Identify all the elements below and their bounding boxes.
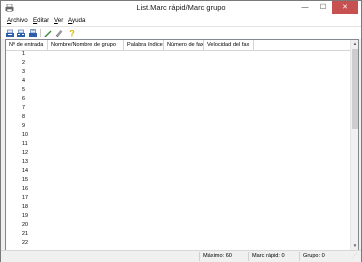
entry-number: 6: [22, 96, 25, 102]
table-row[interactable]: 22: [6, 239, 350, 248]
entry-number: 22: [22, 240, 28, 246]
entry-number: 12: [22, 150, 28, 156]
close-button[interactable]: ✕: [332, 1, 358, 14]
menu-editar[interactable]: Editar: [33, 16, 49, 25]
table-row[interactable]: 4: [6, 77, 350, 86]
table-row[interactable]: 2: [6, 59, 350, 68]
entry-number: 19: [22, 213, 28, 219]
table-row[interactable]: 18: [6, 203, 350, 212]
svg-text:?: ?: [69, 29, 75, 39]
table-row[interactable]: 17: [6, 194, 350, 203]
entry-number: 17: [22, 195, 28, 201]
entry-number: 13: [22, 159, 28, 165]
speed-dial-list[interactable]: Nº de entrada Nombre/Nombre de grupo Pal…: [5, 39, 359, 251]
vertical-scrollbar[interactable]: ▲ ▼: [350, 40, 358, 250]
phone-add-icon[interactable]: [5, 28, 15, 38]
table-row[interactable]: 3: [6, 68, 350, 77]
toolbar: ?: [1, 27, 361, 39]
column-header-entry[interactable]: Nº de entrada: [6, 40, 48, 50]
scroll-up-arrow-icon[interactable]: ▲: [351, 40, 358, 48]
column-header-fax-number[interactable]: Número de fax: [164, 40, 204, 50]
entry-number: 4: [22, 78, 25, 84]
address-book-icon[interactable]: [28, 28, 38, 38]
table-row[interactable]: 11: [6, 140, 350, 149]
table-row[interactable]: 19: [6, 212, 350, 221]
column-header-index-word[interactable]: Palabra índice: [124, 40, 164, 50]
entry-number: 1: [22, 51, 25, 57]
entry-number: 14: [22, 168, 28, 174]
table-row[interactable]: 21: [6, 230, 350, 239]
toolbar-separator: [40, 29, 41, 37]
scroll-down-arrow-icon[interactable]: ▼: [351, 242, 358, 250]
menu-ver[interactable]: Ver: [54, 16, 63, 25]
status-maximum: Máximo: 60: [199, 252, 248, 261]
column-header-name[interactable]: Nombre/Nombre de grupo: [48, 40, 124, 50]
table-row[interactable]: 20: [6, 221, 350, 230]
entry-number: 2: [22, 60, 25, 66]
entry-number: 8: [22, 114, 25, 120]
entry-number: 18: [22, 204, 28, 210]
entry-number: 9: [22, 123, 25, 129]
entry-number: 16: [22, 186, 28, 192]
entry-number: 21: [22, 231, 28, 237]
menu-bar: Archivo Editar Ver Ayuda: [1, 15, 361, 27]
table-row[interactable]: 9: [6, 122, 350, 131]
help-icon[interactable]: ?: [67, 28, 77, 39]
status-group-count: Grupo: 0: [299, 252, 351, 261]
entry-number: 3: [22, 69, 25, 75]
table-row[interactable]: 1: [6, 50, 350, 59]
entry-number: 15: [22, 177, 28, 183]
table-row[interactable]: 7: [6, 104, 350, 113]
resize-grip-icon[interactable]: ⋰: [352, 252, 360, 261]
edit-icon[interactable]: [43, 28, 53, 38]
group-add-icon[interactable]: [16, 28, 26, 38]
table-row[interactable]: 6: [6, 95, 350, 104]
menu-archivo[interactable]: Archivo: [7, 16, 28, 25]
table-row[interactable]: 15: [6, 176, 350, 185]
entry-number: 5: [22, 87, 25, 93]
entry-number: 11: [22, 141, 28, 147]
list-rows: 1 2 3 4 5 6 7 8 9 10 11 12 13 14 15 16 17 18 19 20 21 22: [6, 50, 350, 250]
table-row[interactable]: 8: [6, 113, 350, 122]
title-bar[interactable]: List.Marc rápid/Marc grupo — ☐ ✕: [1, 1, 361, 15]
entry-number: 10: [22, 132, 28, 138]
status-bar: Máximo: 60 Marc rápid: 0 Grupo: 0 ⋰: [1, 250, 361, 262]
menu-ayuda[interactable]: Ayuda: [68, 16, 85, 25]
app-window: List.Marc rápid/Marc grupo — ☐ ✕ Archivo…: [0, 0, 362, 262]
minimize-button[interactable]: —: [296, 1, 314, 14]
column-header-fax-speed[interactable]: Velocidad del fax: [204, 40, 254, 50]
table-row[interactable]: 10: [6, 131, 350, 140]
status-speed-dial-count: Marc rápid: 0: [248, 252, 299, 261]
maximize-button[interactable]: ☐: [314, 1, 332, 14]
table-row[interactable]: 13: [6, 158, 350, 167]
table-row[interactable]: 16: [6, 185, 350, 194]
table-row[interactable]: 5: [6, 86, 350, 95]
entry-number: 7: [22, 105, 25, 111]
delete-icon[interactable]: [54, 28, 64, 38]
table-row[interactable]: 14: [6, 167, 350, 176]
entry-number: 20: [22, 222, 28, 228]
scrollbar-thumb[interactable]: [352, 49, 358, 129]
table-row[interactable]: 12: [6, 149, 350, 158]
